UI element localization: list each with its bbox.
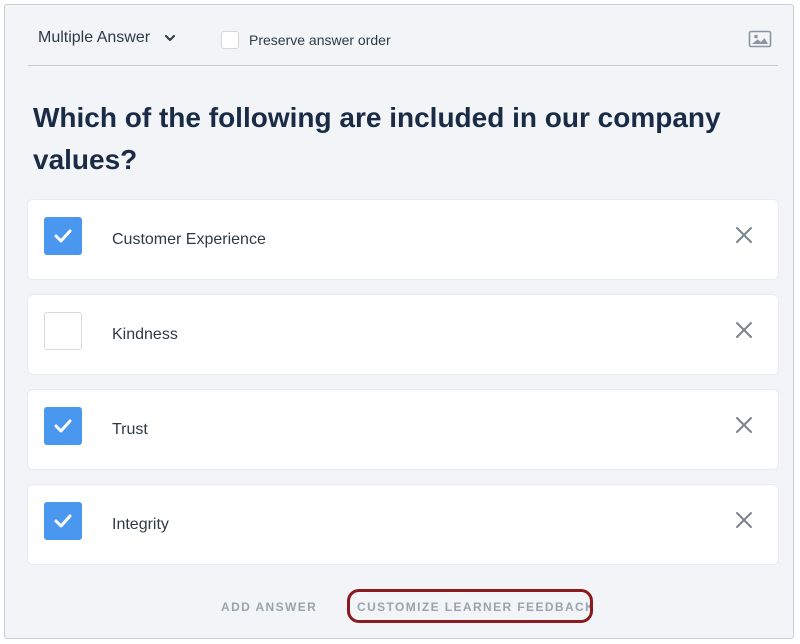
- question-editor: Multiple Answer Preserve answer order Wh…: [4, 4, 794, 639]
- answer-label[interactable]: Customer Experience: [112, 231, 266, 249]
- answer-label[interactable]: Trust: [112, 421, 148, 439]
- answer-label[interactable]: Integrity: [112, 516, 169, 534]
- question-text[interactable]: Which of the following are included in o…: [33, 97, 763, 181]
- answer-row: Customer Experience: [28, 200, 778, 279]
- close-icon[interactable]: [735, 511, 753, 529]
- close-icon[interactable]: [735, 416, 753, 434]
- customize-feedback-button[interactable]: CUSTOMIZE LEARNER FEEDBACK: [357, 600, 595, 614]
- add-answer-button[interactable]: ADD ANSWER: [221, 600, 317, 614]
- checkmark-icon: [54, 514, 72, 528]
- answer-row: Integrity: [28, 485, 778, 564]
- chevron-down-icon: [164, 32, 176, 44]
- answer-checkbox-checked[interactable]: [44, 407, 82, 445]
- question-type-dropdown[interactable]: Multiple Answer: [38, 29, 176, 47]
- preserve-order-option: Preserve answer order: [221, 31, 391, 49]
- answer-checkbox-checked[interactable]: [44, 217, 82, 255]
- answer-checkbox-unchecked[interactable]: [44, 312, 82, 350]
- checkmark-icon: [54, 419, 72, 433]
- checkmark-icon: [54, 229, 72, 243]
- image-icon[interactable]: [748, 29, 772, 49]
- answer-row: Trust: [28, 390, 778, 469]
- close-icon[interactable]: [735, 226, 753, 244]
- answer-label[interactable]: Kindness: [112, 326, 178, 344]
- answer-checkbox-checked[interactable]: [44, 502, 82, 540]
- question-type-label: Multiple Answer: [38, 29, 151, 46]
- preserve-order-label: Preserve answer order: [249, 32, 391, 48]
- question-toolbar: Multiple Answer Preserve answer order: [28, 19, 778, 66]
- close-icon[interactable]: [735, 321, 753, 339]
- preserve-order-checkbox[interactable]: [221, 31, 239, 49]
- answer-row: Kindness: [28, 295, 778, 374]
